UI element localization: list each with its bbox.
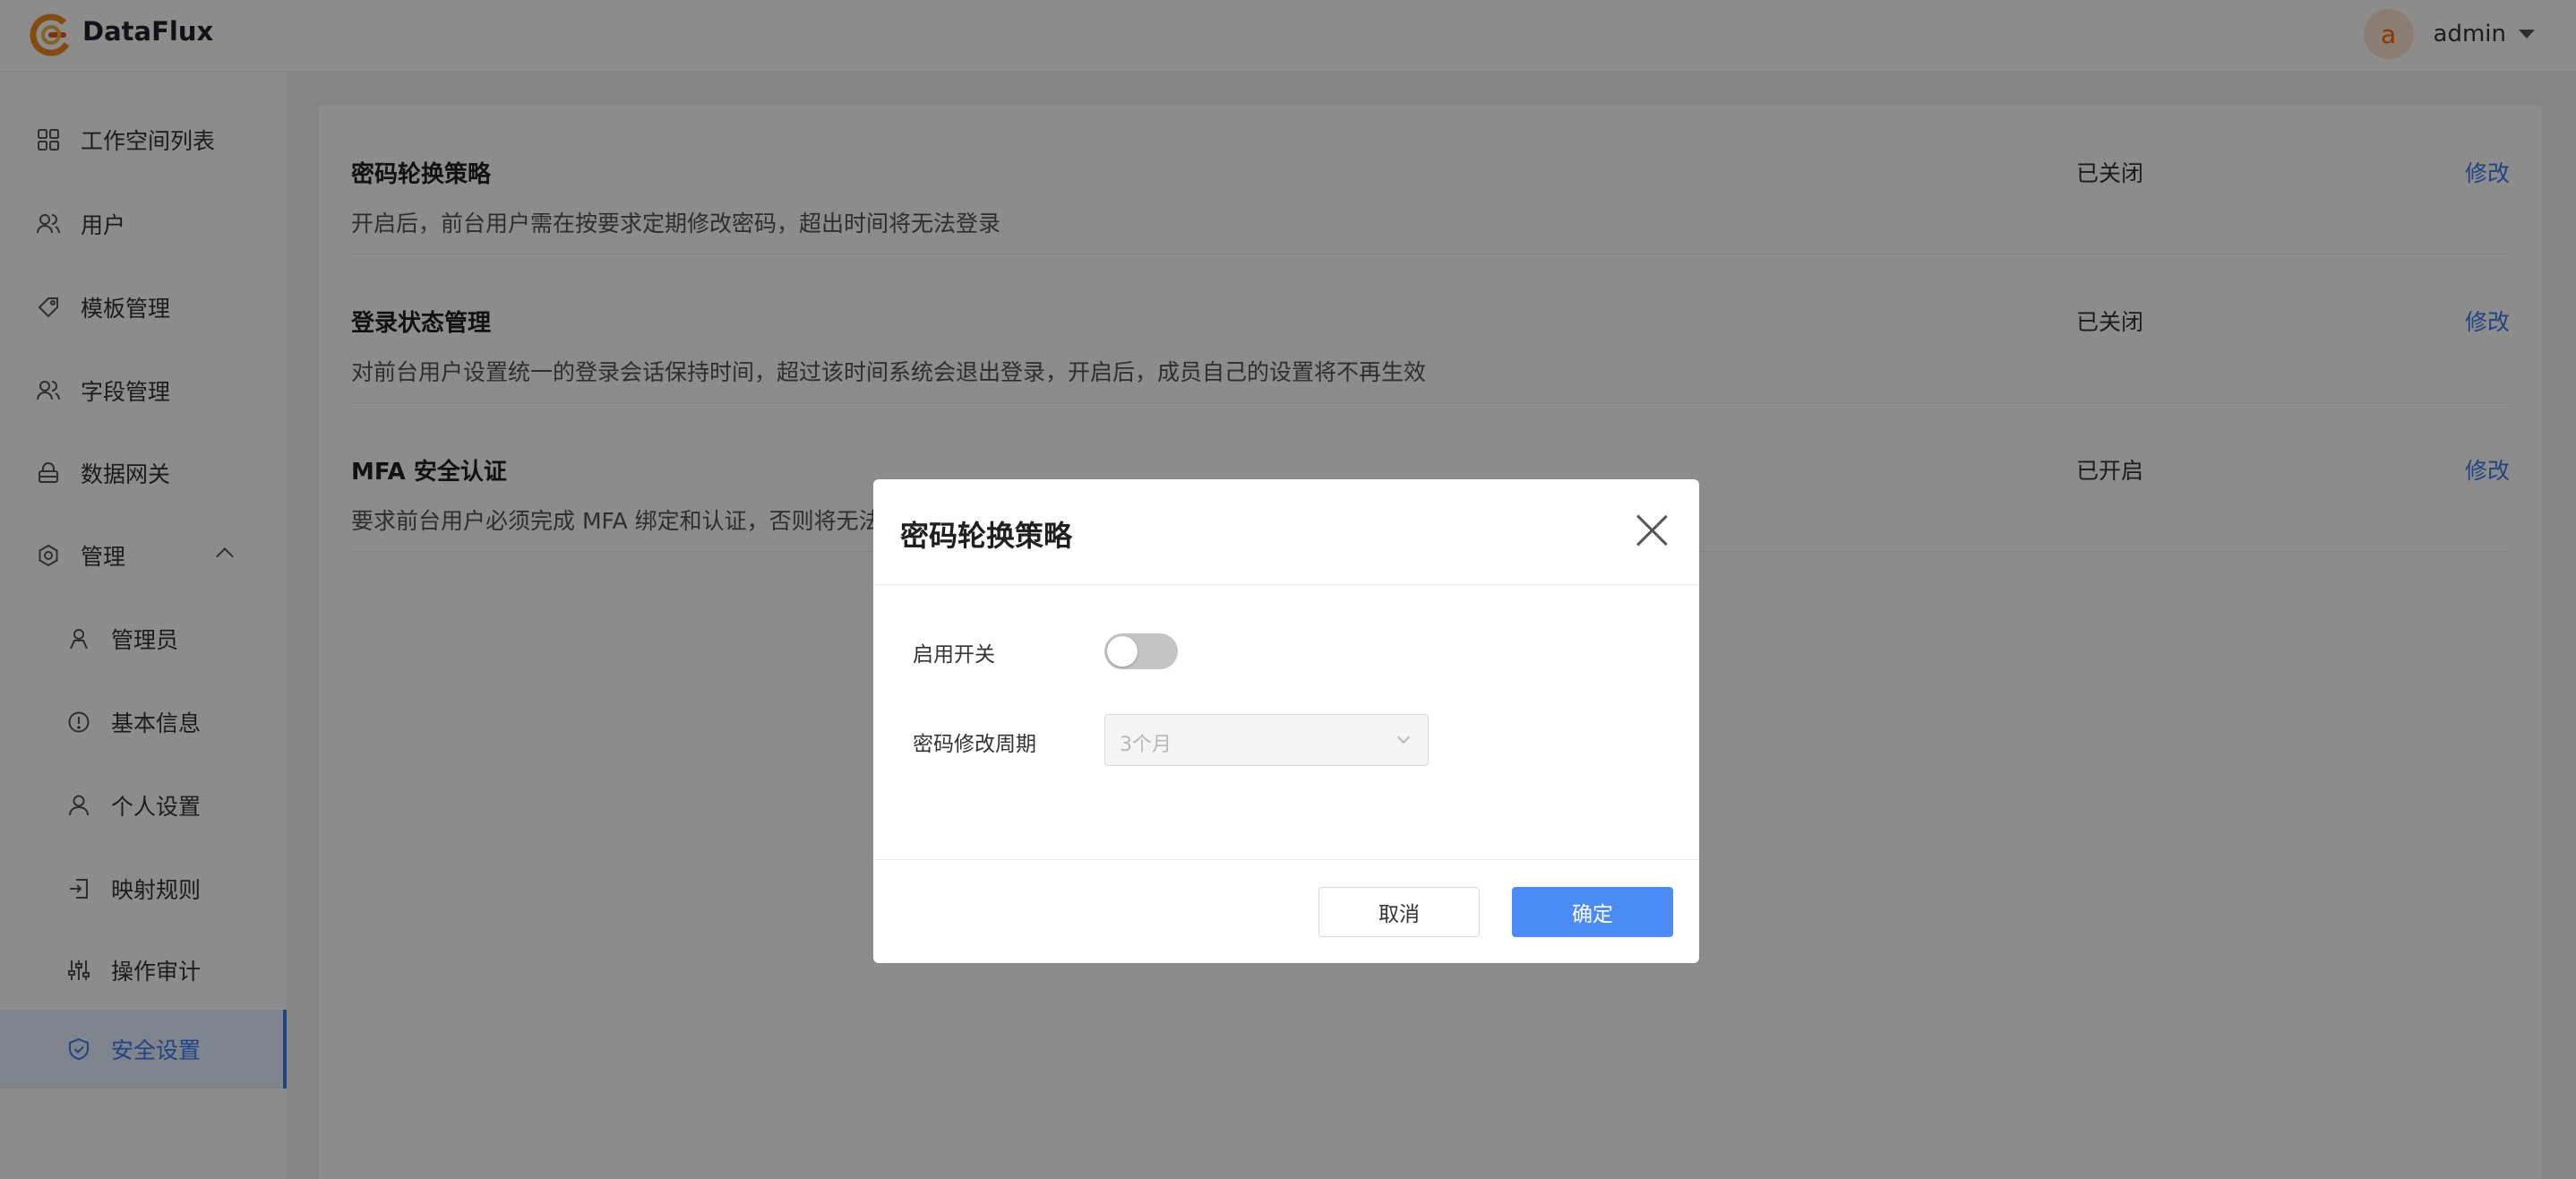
enable-switch[interactable] (1104, 633, 1178, 669)
cancel-button[interactable]: 取消 (1318, 887, 1480, 937)
password-rotation-modal: 密码轮换策略 启用开关 密码修改周期 3个月 取消 确定 (873, 479, 1699, 963)
confirm-button[interactable]: 确定 (1512, 887, 1673, 937)
modal-title: 密码轮换策略 (900, 519, 1073, 553)
close-icon[interactable] (1635, 513, 1669, 547)
period-label: 密码修改周期 (913, 733, 1036, 756)
period-select[interactable]: 3个月 (1104, 714, 1429, 766)
chevron-down-icon (1396, 730, 1411, 744)
enable-switch-label: 启用开关 (913, 643, 995, 667)
modal-header: 密码轮换策略 (873, 479, 1699, 585)
period-select-value: 3个月 (1120, 734, 1172, 756)
modal-footer: 取消 确定 (873, 859, 1699, 963)
switch-knob (1107, 636, 1138, 667)
